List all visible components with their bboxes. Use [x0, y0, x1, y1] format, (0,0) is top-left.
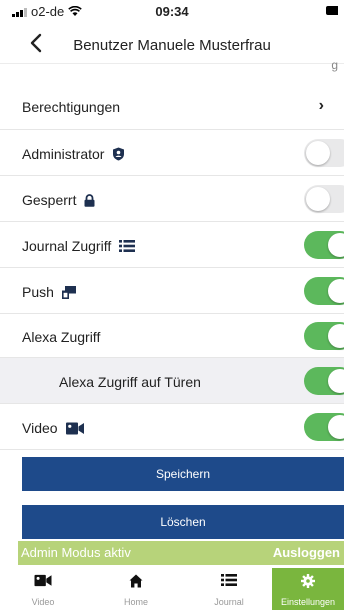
alexa-doors-row: Alexa Zugriff auf Türen [0, 358, 344, 404]
logout-button[interactable]: Ausloggen [273, 545, 340, 560]
journal-access-toggle[interactable] [304, 231, 344, 259]
toggle-knob [328, 324, 344, 348]
alexa-access-toggle[interactable] [304, 322, 344, 350]
delete-button[interactable]: Löschen [22, 505, 344, 539]
tab-bar: Video Home Journal Einstellungen [0, 568, 344, 610]
navigation-bar: Benutzer Manuele Musterfrau [0, 28, 344, 64]
tab-settings[interactable]: Einstellungen [272, 568, 344, 610]
toggle-knob [306, 141, 330, 165]
toggle-knob [328, 415, 344, 439]
row-label-text: Gesperrt [22, 192, 77, 208]
alexa-access-row: Alexa Zugriff [0, 314, 344, 358]
tab-label: Home [123, 597, 148, 607]
video-toggle[interactable] [304, 413, 344, 441]
toggle-knob [306, 187, 330, 211]
toggle-knob [328, 279, 344, 303]
push-window-icon [61, 285, 76, 299]
chevron-right-icon: › [318, 97, 324, 114]
list-icon [119, 240, 136, 252]
toggle-knob [328, 369, 344, 393]
push-toggle[interactable] [304, 277, 344, 305]
locked-label: Gesperrt [22, 192, 95, 208]
administrator-row: Administrator [0, 130, 344, 176]
row-label-text: Push [22, 284, 54, 300]
push-row: Push [0, 268, 344, 314]
row-label-text: Video [22, 420, 58, 436]
home-icon [129, 574, 143, 588]
tab-label: Video [31, 597, 55, 607]
save-button[interactable]: Speichern [22, 457, 344, 491]
row-label-text: Journal Zugriff [22, 238, 112, 254]
admin-mode-text: Admin Modus aktiv [21, 545, 131, 560]
video-camera-icon [65, 422, 84, 434]
page-title: Benutzer Manuele Musterfrau [73, 37, 271, 54]
tab-label: Einstellungen [280, 597, 336, 607]
alexa-access-label: Alexa Zugriff [22, 329, 101, 345]
journal-access-label: Journal Zugriff [22, 238, 136, 254]
locked-toggle[interactable] [304, 185, 344, 213]
locked-row: Gesperrt [0, 176, 344, 222]
tab-home[interactable]: Home [86, 568, 186, 610]
video-row: Video [0, 404, 344, 450]
push-label: Push [22, 284, 76, 300]
admin-mode-bar: Admin Modus aktiv Ausloggen [18, 541, 344, 565]
video-camera-icon [34, 574, 52, 587]
lock-icon [84, 193, 95, 207]
alexa-doors-label: Alexa Zugriff auf Türen [59, 374, 201, 390]
row-label-text: Administrator [22, 146, 105, 162]
tab-label: Journal [214, 597, 244, 607]
scroll-hint: g [331, 58, 338, 72]
status-bar: o2-de 09:34 [0, 0, 344, 24]
permissions-label: Berechtigungen [22, 99, 121, 115]
tab-journal[interactable]: Journal [186, 568, 272, 610]
video-label: Video [22, 420, 84, 436]
tab-video[interactable]: Video [0, 568, 86, 610]
alexa-doors-toggle[interactable] [304, 367, 344, 395]
permissions-row[interactable]: Berechtigungen › [0, 84, 344, 130]
shield-user-icon [113, 147, 125, 161]
list-icon [221, 574, 237, 586]
toggle-knob [328, 233, 344, 257]
administrator-toggle[interactable] [304, 139, 344, 167]
journal-access-row: Journal Zugriff [0, 222, 344, 268]
clock: 09:34 [155, 4, 189, 19]
gear-icon [301, 574, 315, 588]
battery-icon [326, 6, 338, 15]
administrator-label: Administrator [22, 146, 125, 162]
